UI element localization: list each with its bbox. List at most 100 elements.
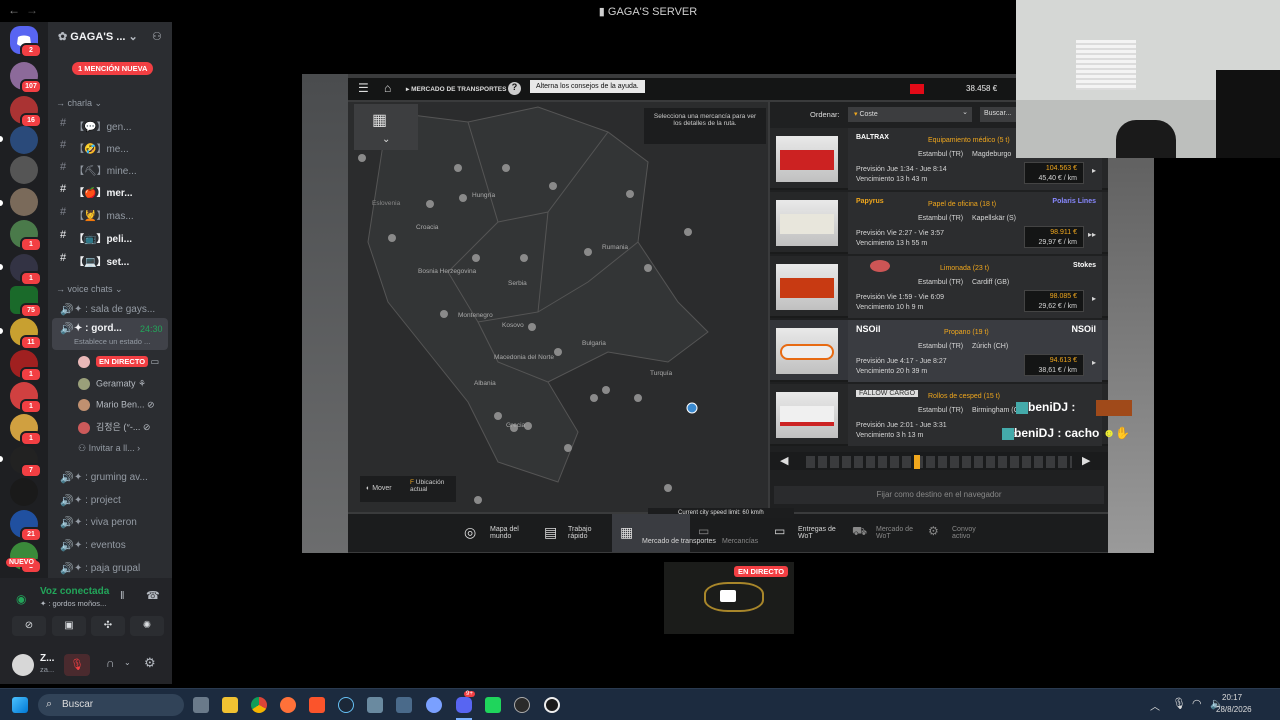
mention-pill[interactable]: 1 MENCIÓN NUEVA [72,62,154,75]
server-icon[interactable]: 1 [10,382,42,414]
voice-channel-item[interactable]: 🔊 ✦ : viva peron [48,513,172,533]
next-page-icon[interactable]: ▶ [1082,454,1090,467]
voice-user[interactable]: 김정은 (ᐡ-... ⊘ [78,420,150,434]
channel-item[interactable]: # 【🍎】mer... [48,180,172,200]
settings-gear-icon[interactable]: ⚙ [144,655,156,671]
channel-item[interactable]: # 【⛏】mine... [48,158,172,178]
invite-link[interactable]: ⚇ Invitar a ll... › [78,443,140,454]
tab-quick-job[interactable]: ▤ Trabajo rápido [544,520,610,550]
server-icon[interactable] [10,478,38,506]
server-icon[interactable]: 21 [10,510,42,542]
tab-wot-deliveries[interactable]: ▭ Entregas de WoT [774,520,844,550]
headphones-icon[interactable]: ∩ [106,656,115,670]
server-icon[interactable] [10,188,38,216]
mic-icon[interactable]: 🎙 [1172,697,1186,710]
server-icon[interactable]: 11 [10,318,42,350]
tray-chevron-icon[interactable]: ︿ [1150,698,1160,713]
add-member-icon[interactable]: ⚇ [152,30,162,43]
pause-icon[interactable] [720,590,736,602]
app-icon[interactable] [426,697,442,713]
app-icon[interactable] [485,697,501,713]
job-card[interactable]: Limonada (23 t) Stokes Estambul (TR) Car… [770,256,1108,318]
job-card[interactable]: Papyrus Papel de oficina (18 t) Polaris … [770,192,1108,254]
chrome-icon[interactable] [251,697,267,713]
app-icon[interactable] [367,697,383,713]
pagination: ◀ ▶ [770,452,1108,470]
server-icon[interactable]: 7 [10,446,42,478]
taskbar-search[interactable]: ⌕ Buscar [38,694,184,716]
prev-page-icon[interactable]: ◀ [780,454,788,467]
home-icon[interactable]: ⌂ [384,81,391,95]
cargo-filter-icon[interactable]: ▦ ⌄ [354,104,418,150]
channel-item[interactable]: # 【💆】mas... [48,203,172,223]
channel-item[interactable]: # 【💻】set... [48,249,172,269]
server-icon[interactable] [10,156,38,184]
wifi-icon[interactable]: ◠ [1192,697,1202,710]
server-icon[interactable]: 16 [10,96,42,128]
soundboard-icon[interactable]: ✺ [130,616,164,636]
chevron-down-icon[interactable]: ⌄ [124,658,131,667]
voice-user[interactable]: Mario Ben... ⊘ [78,399,155,411]
obs-icon[interactable] [544,697,560,713]
steam-icon[interactable] [338,697,354,713]
discord-icon[interactable]: 9+ [456,691,475,713]
app-icon[interactable] [396,697,412,713]
server-icon[interactable] [10,126,38,154]
channel-item[interactable]: # 【🤣】me... [48,136,172,156]
voice-channel-item[interactable]: 🔊 ✦ : eventos [48,536,172,556]
server-icon[interactable]: 107 [10,62,42,94]
sort-dropdown[interactable]: ▾ Coste ⌄ [848,107,972,122]
help-icon[interactable]: ? [508,82,521,95]
voice-user[interactable]: Geramaty ⚘ [78,378,146,390]
category-charla[interactable]: → charla ⌄ [56,98,102,109]
active-voice-channel[interactable]: 🔊 ✦ : gord... 24:30 Establece un estado … [52,318,168,350]
discord-home-icon[interactable]: 2 [10,26,42,58]
clock-date[interactable]: 28/8/2026 [1216,705,1252,714]
voice-channel-item[interactable]: 🔊 ✦ : sala de gays... [48,300,172,320]
tab-cargo-market[interactable]: ▭ Mercancías [698,520,764,550]
channel-item[interactable]: # 【📺】peli... [48,226,172,246]
voice-channel-item[interactable]: 🔊 ✦ : project [48,491,172,511]
channel-item[interactable]: # 【💬】gen... [48,114,172,134]
server-icon[interactable]: 75 [10,286,42,318]
server-icon[interactable]: 1 [10,350,42,382]
menu-icon[interactable]: ☰ [358,81,369,95]
noise-icon[interactable]: ‖ [120,590,125,602]
category-voice[interactable]: → voice chats ⌄ [56,284,123,295]
set-destination-button[interactable]: Fijar como destino en el navegador [774,486,1104,504]
file-explorer-icon[interactable] [222,697,238,713]
voice-user[interactable]: EN DIRECTO ▭ [78,356,159,368]
app-icon[interactable] [514,697,530,713]
mute-mic-icon[interactable]: 🎙 [64,654,90,676]
tab-world-map[interactable]: ◎ Mapa del mundo [464,520,534,550]
map-view[interactable]: Eslovenia Hungría Croacia Rumania Bosnia… [348,102,768,512]
breadcrumb: ▸ MERCADO DE TRANSPORTES [406,86,507,93]
emote-image [1096,400,1132,416]
task-view-icon[interactable] [193,697,209,713]
tab-freight-market[interactable]: ▦ Mercado de transportes [612,514,716,552]
avatar[interactable] [12,654,34,676]
mini-stream-preview[interactable]: EN DIRECTO [664,562,794,634]
game-bottom-tabs: Current city speed limit: 60 km/h ◎ Mapa … [348,508,1108,552]
screen-share-icon[interactable]: ▣ [52,616,86,636]
activities-icon[interactable]: ✣ [91,616,125,636]
search-button[interactable]: Buscar... [980,107,1020,122]
job-list: Ordenar: ▾ Coste ⌄ Buscar... BALTRAX Equi… [770,102,1108,512]
server-icon[interactable]: 1 [10,220,42,252]
server-icon[interactable]: 1 [10,254,42,286]
voice-channel-item[interactable]: 🔊 ✦ : paja grupal [48,559,172,579]
webcam-feed[interactable] [1016,0,1280,158]
tab-active-convoy[interactable]: ⚙ Convoy activo [928,520,998,550]
disconnect-icon[interactable]: ☎ [146,589,160,602]
clock-time[interactable]: 20:17 [1222,693,1242,702]
brave-icon[interactable] [309,697,325,713]
voice-channel-item[interactable]: 🔊 ✦ : gruming av... [48,468,172,488]
camera-off-icon[interactable]: ⊘ [12,616,46,636]
job-card-selected[interactable]: NSOil Propano (19 t) NSOil Estambul (TR)… [770,320,1108,382]
turkey-flag-icon [910,84,924,94]
tab-wot-market[interactable]: ⛟ Mercado de WoT [852,520,922,550]
server-header[interactable]: ✿ GAGA'S ... ⌄ [58,30,138,43]
windows-start-icon[interactable] [12,697,28,713]
firefox-icon[interactable] [280,697,296,713]
server-icon[interactable]: 1 [10,414,42,446]
